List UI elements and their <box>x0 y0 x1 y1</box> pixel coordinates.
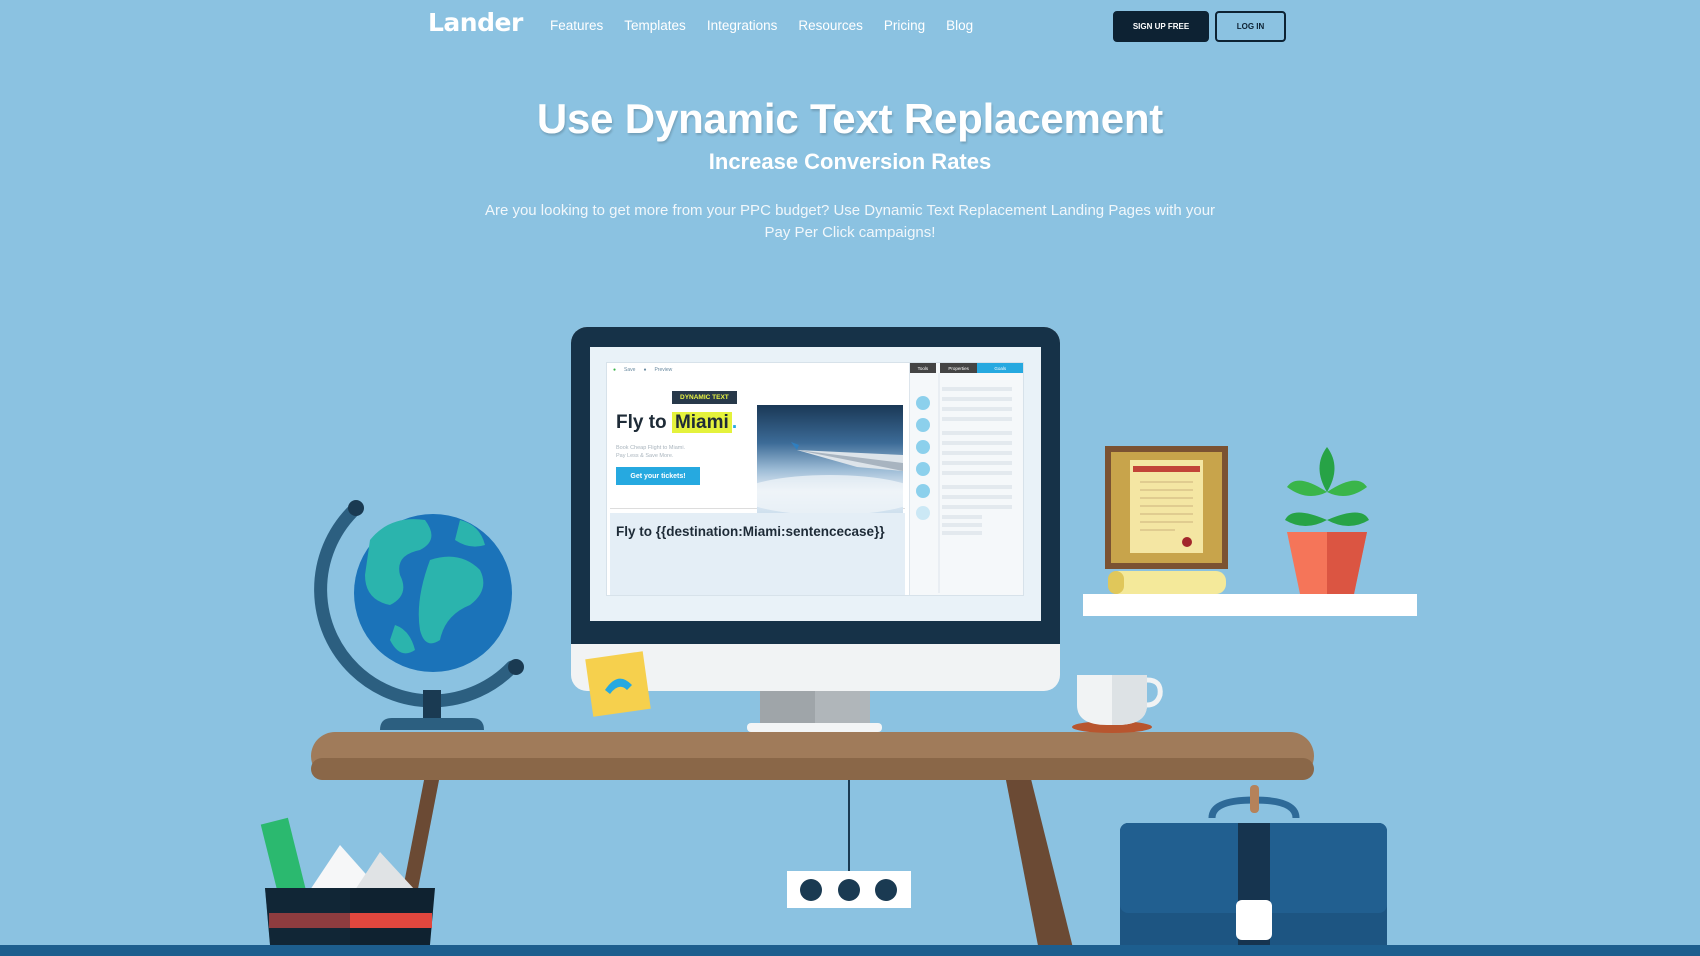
preview-icon: ● <box>643 367 647 373</box>
power-outlet <box>787 780 911 908</box>
hero-title: Use Dynamic Text Replacement <box>536 95 1164 142</box>
airplane-image <box>757 405 903 513</box>
hero-description: Are you looking to get more from your PP… <box>484 202 1216 241</box>
dynamic-text-tag: DYNAMIC TEXT <box>672 391 737 404</box>
nav-link-resources[interactable]: Resources <box>798 18 863 33</box>
toolbar-save[interactable]: Save <box>624 367 635 373</box>
panel-controls <box>916 373 1012 593</box>
cta-preview-button[interactable]: Get your tickets! <box>616 467 700 485</box>
nav-link-features[interactable]: Features <box>550 18 603 33</box>
shelf <box>1083 446 1417 616</box>
airplane-wing-icon <box>757 442 903 513</box>
tab-properties[interactable]: Properties <box>939 363 978 373</box>
page-editor: ● Save ● Preview DYNAMIC TEXT Fly to Mia… <box>606 362 1024 596</box>
dynamic-keyword[interactable]: Miami <box>671 412 732 433</box>
save-icon: ● <box>613 367 617 373</box>
code-view[interactable]: Fly to {{destination:Miami:sentencecase}… <box>610 513 905 595</box>
toolbar-preview[interactable]: Preview <box>654 367 672 373</box>
subtext-line-2: Pay Less & Save More. <box>616 453 674 459</box>
headline-dot: . <box>731 412 738 433</box>
monitor-screen: ● Save ● Preview DYNAMIC TEXT Fly to Mia… <box>590 347 1041 621</box>
briefcase-icon <box>1120 785 1387 956</box>
hero-subtitle: Increase Conversion Rates <box>708 149 992 174</box>
editor-canvas: DYNAMIC TEXT Fly to Miami. Book Cheap Fl… <box>610 379 905 513</box>
globe-icon <box>314 500 524 730</box>
footer-strip <box>0 945 1700 956</box>
cup-icon <box>1072 675 1163 733</box>
top-nav: Lander Features Templates Integrations R… <box>0 0 1700 52</box>
subtext-line-1: Book Cheap Flight to Miami. <box>616 445 686 451</box>
paper-bin <box>260 817 435 956</box>
dynamic-text-code: Fly to {{destination:Miami:sentencecase}… <box>616 524 885 539</box>
signup-button[interactable]: SIGN UP FREE <box>1113 11 1209 42</box>
nav-links: Features Templates Integrations Resource… <box>550 18 994 33</box>
lander-logo[interactable]: Lander <box>428 8 523 37</box>
nav-link-integrations[interactable]: Integrations <box>707 18 778 33</box>
properties-panel: Tools Properties Goals <box>909 363 1023 595</box>
subtext-preview: Book Cheap Flight to Miami. Pay Less & S… <box>616 444 685 460</box>
nav-link-templates[interactable]: Templates <box>624 18 686 33</box>
tab-tools[interactable]: Tools <box>910 363 936 373</box>
headline-preview: Fly to Miami. <box>616 412 737 434</box>
panel-tabs: Tools Properties Goals <box>910 363 1023 373</box>
editor-toolbar: ● Save ● Preview <box>607 363 907 377</box>
headline-fly: Fly to <box>616 412 672 433</box>
login-button[interactable]: LOG IN <box>1215 11 1286 42</box>
nav-link-blog[interactable]: Blog <box>946 18 973 33</box>
nav-link-pricing[interactable]: Pricing <box>884 18 925 33</box>
sticky-note <box>585 651 651 717</box>
tab-goals[interactable]: Goals <box>977 363 1023 373</box>
